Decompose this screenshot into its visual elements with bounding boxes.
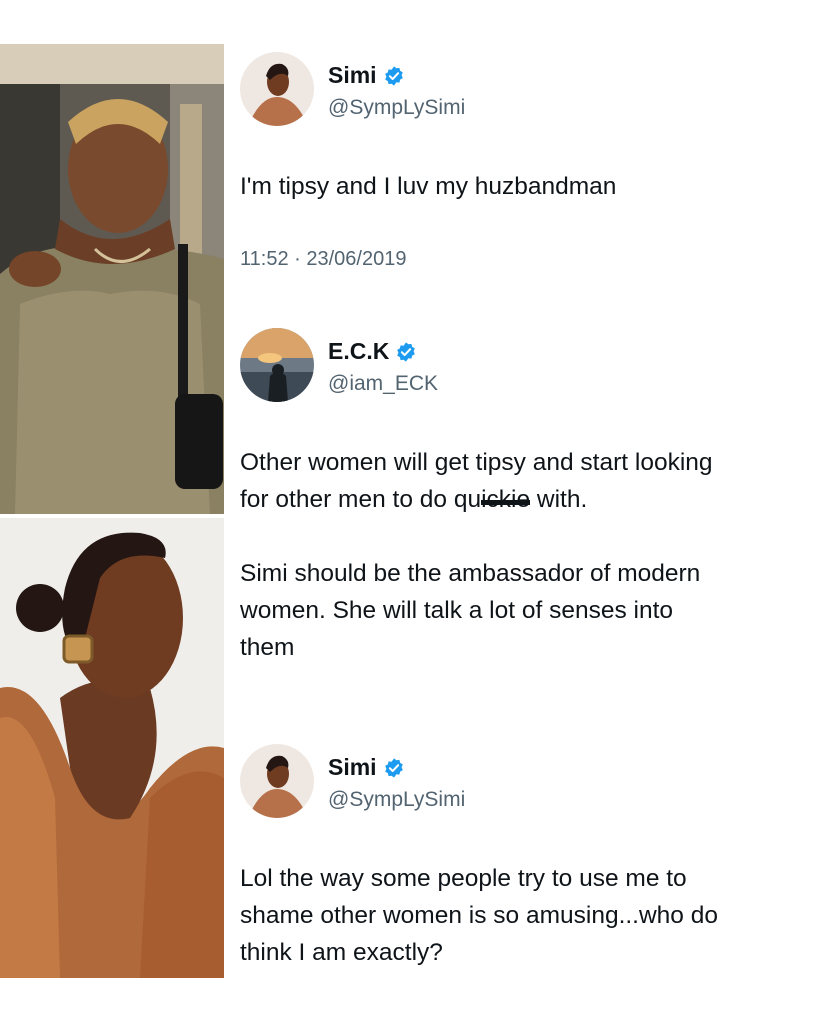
verified-badge-icon: [384, 65, 403, 86]
verified-badge-icon: [384, 757, 403, 778]
tweet-text-part: with.: [530, 486, 588, 513]
tweet-timestamp[interactable]: 11:52 · 23/06/2019: [240, 248, 406, 271]
avatar[interactable]: [240, 328, 314, 402]
tweet-text-paragraph-2: Simi should be the ambassador of modern …: [240, 560, 701, 661]
tweet-text-part: Other women will get tipsy and start loo…: [240, 449, 713, 513]
avatar[interactable]: [240, 744, 314, 818]
user-handle[interactable]: @SympLySimi: [328, 788, 465, 812]
avatar[interactable]: [240, 52, 314, 126]
display-name[interactable]: Simi: [328, 62, 377, 89]
tweet-3[interactable]: Simi @SympLySimi Lol the way some people…: [240, 744, 800, 984]
user-handle[interactable]: @iam_ECK: [328, 372, 438, 396]
photo-simi-top: [0, 44, 224, 514]
user-handle[interactable]: @SympLySimi: [328, 96, 465, 120]
tweet-text: I'm tipsy and I luv my huzbandman: [240, 173, 617, 200]
display-name[interactable]: E.C.K: [328, 338, 389, 365]
tweet-2[interactable]: E.C.K @iam_ECK Other women will get tips…: [240, 328, 800, 678]
photo-simi-bottom: [0, 518, 224, 978]
tweet-text: Other women will get tipsy and start loo…: [240, 444, 713, 518]
display-name[interactable]: Simi: [328, 754, 377, 781]
verified-badge-icon: [397, 341, 416, 362]
tweet-1[interactable]: Simi @SympLySimi I'm tipsy and I luv my …: [240, 52, 800, 282]
tweet-text: Lol the way some people try to use me to…: [240, 865, 718, 966]
redacted-word: ickie: [481, 481, 531, 518]
